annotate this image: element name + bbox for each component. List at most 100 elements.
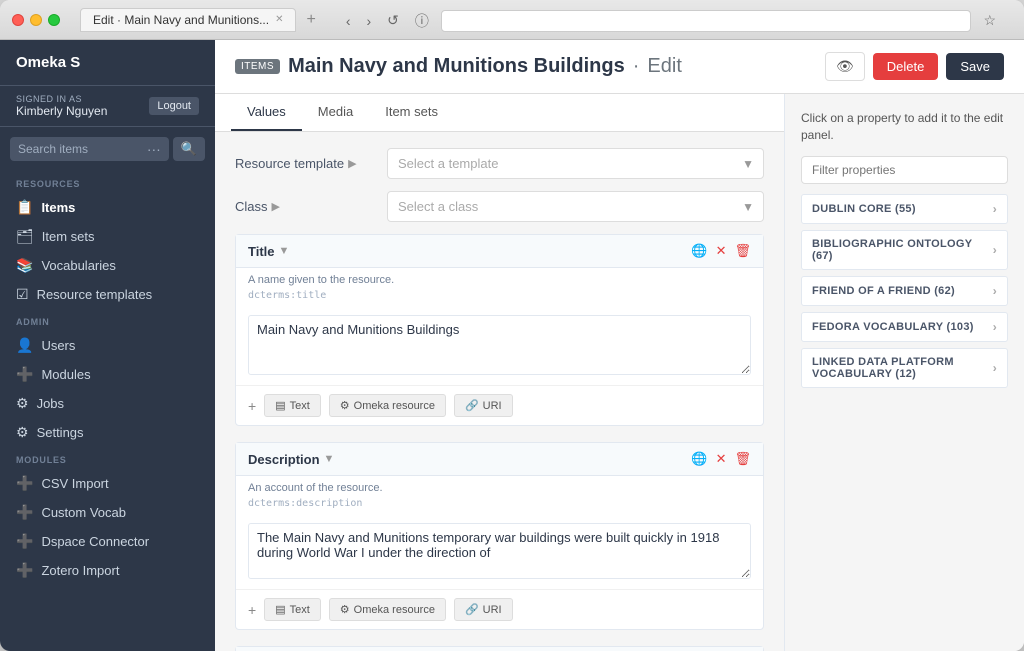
close-button[interactable] xyxy=(12,14,24,26)
sidebar-item-modules[interactable]: ➕ Modules xyxy=(0,360,215,389)
edit-label: Edit xyxy=(647,55,681,78)
nav-bar: ‹ › ↺ ⓘ ☆ xyxy=(330,9,1012,33)
bookmark-button[interactable]: ☆ xyxy=(979,10,1000,31)
title-lang-icon[interactable]: 🌐 xyxy=(691,243,707,259)
sidebar-settings-label: Settings xyxy=(37,425,84,440)
content-header: ITEMS Main Navy and Munitions Buildings … xyxy=(215,40,1024,94)
title-delete-icon[interactable]: 🗑 xyxy=(734,243,751,259)
sidebar-item-jobs[interactable]: ⚙ Jobs xyxy=(0,389,215,418)
filter-properties-input[interactable] xyxy=(801,156,1008,184)
sidebar-item-custom-vocab[interactable]: ➕ Custom Vocab xyxy=(0,498,215,527)
description-add-uri-button[interactable]: 🔗 URI xyxy=(454,598,513,621)
description-add-text-button[interactable]: ▤ Text xyxy=(264,598,321,621)
ontology-expand-icon: › xyxy=(993,202,997,216)
description-remove-icon[interactable]: ✕ xyxy=(716,451,727,467)
title-textarea[interactable] xyxy=(248,315,751,375)
description-add-omeka-button[interactable]: ⚙ Omeka resource xyxy=(329,598,446,621)
title-add-omeka-button[interactable]: ⚙ Omeka resource xyxy=(329,394,446,417)
search-input[interactable] xyxy=(18,142,143,156)
tab-values[interactable]: Values xyxy=(231,94,302,131)
description-text-icon: ▤ xyxy=(275,603,285,616)
app-window: Edit · Main Navy and Munitions... ✕ + ‹ … xyxy=(0,0,1024,651)
zotero-icon: ➕ xyxy=(16,562,33,579)
delete-button[interactable]: Delete xyxy=(873,53,939,80)
sidebar-item-dspace[interactable]: ➕ Dspace Connector xyxy=(0,527,215,556)
description-property-description: An account of the resource. xyxy=(236,476,763,498)
preview-button[interactable]: 👁 xyxy=(825,52,865,81)
new-tab-button[interactable]: + xyxy=(300,11,321,29)
date-property-section: Date ▼ 🌐 ✕ 🗑 A point or period of time a… xyxy=(235,646,764,651)
title-omeka-icon: ⚙ xyxy=(340,399,350,412)
title-remove-icon[interactable]: ✕ xyxy=(716,243,727,259)
ontology-item[interactable]: FEDORA VOCABULARY (103)› xyxy=(801,312,1008,342)
class-select-wrap: Select a class ▼ xyxy=(387,191,764,222)
logout-button[interactable]: Logout xyxy=(149,97,199,115)
users-icon: 👤 xyxy=(16,337,33,354)
title-add-plus-icon[interactable]: + xyxy=(248,398,256,414)
info-button[interactable]: ⓘ xyxy=(411,9,433,33)
content-body: Values Media Item sets Resource template… xyxy=(215,94,1024,651)
tab-item-sets[interactable]: Item sets xyxy=(369,94,454,131)
search-input-wrap: ··· xyxy=(10,137,169,161)
description-add-plus-icon[interactable]: + xyxy=(248,602,256,618)
titlebar: Edit · Main Navy and Munitions... ✕ + ‹ … xyxy=(0,0,1024,40)
maximize-button[interactable] xyxy=(48,14,60,26)
signed-in-section: SIGNED IN AS Kimberly Nguyen Logout xyxy=(0,86,215,127)
header-left: ITEMS Main Navy and Munitions Buildings … xyxy=(235,55,682,78)
title-uri-icon: 🔗 xyxy=(465,399,479,412)
title-dropdown-icon: ▼ xyxy=(279,245,290,257)
tab-media[interactable]: Media xyxy=(302,94,369,131)
resource-template-select[interactable]: Select a template xyxy=(387,148,764,179)
search-button[interactable]: 🔍 xyxy=(173,137,205,161)
refresh-button[interactable]: ↺ xyxy=(383,10,403,31)
address-bar[interactable] xyxy=(441,10,972,32)
title-property-name: Title ▼ xyxy=(248,244,289,259)
description-property-header: Description ▼ 🌐 ✕ 🗑 xyxy=(236,443,763,476)
description-input-area xyxy=(236,517,763,589)
resource-template-select-wrap: Select a template ▼ xyxy=(387,148,764,179)
description-omeka-icon: ⚙ xyxy=(340,603,350,616)
save-button[interactable]: Save xyxy=(946,53,1004,80)
class-select[interactable]: Select a class xyxy=(387,191,764,222)
sidebar-item-users[interactable]: 👤 Users xyxy=(0,331,215,360)
sidebar-custom-vocab-label: Custom Vocab xyxy=(41,505,126,520)
ontology-expand-icon: › xyxy=(993,361,997,375)
ontology-label: FEDORA VOCABULARY (103) xyxy=(812,321,974,333)
sidebar-item-settings[interactable]: ⚙ Settings xyxy=(0,418,215,447)
sidebar-modules-label: Modules xyxy=(41,367,90,382)
sidebar-item-item-sets[interactable]: 🗂 Item sets xyxy=(0,222,215,251)
sidebar-item-resource-templates[interactable]: ☑ Resource templates xyxy=(0,280,215,309)
search-options-icon[interactable]: ··· xyxy=(147,141,161,157)
separator: · xyxy=(633,55,640,78)
ontology-item[interactable]: BIBLIOGRAPHIC ONTOLOGY (67)› xyxy=(801,230,1008,270)
tab-close-icon[interactable]: ✕ xyxy=(275,14,283,25)
minimize-button[interactable] xyxy=(30,14,42,26)
main-content: ITEMS Main Navy and Munitions Buildings … xyxy=(215,40,1024,651)
description-textarea[interactable] xyxy=(248,523,751,579)
description-lang-icon[interactable]: 🌐 xyxy=(691,451,707,467)
sidebar-item-zotero[interactable]: ➕ Zotero Import xyxy=(0,556,215,585)
sidebar-item-csv-import[interactable]: ➕ CSV Import xyxy=(0,469,215,498)
sidebar-csv-label: CSV Import xyxy=(41,476,108,491)
ontology-item[interactable]: FRIEND OF A FRIEND (62)› xyxy=(801,276,1008,306)
back-button[interactable]: ‹ xyxy=(342,11,355,31)
sidebar-item-items[interactable]: 📋 Items xyxy=(0,193,215,222)
sidebar-dspace-label: Dspace Connector xyxy=(41,534,149,549)
header-actions: 👁 Delete Save xyxy=(825,52,1004,81)
title-text-icon: ▤ xyxy=(275,399,285,412)
title-add-text-button[interactable]: ▤ Text xyxy=(264,394,321,417)
title-add-uri-button[interactable]: 🔗 URI xyxy=(454,394,513,417)
description-header-icons: 🌐 ✕ 🗑 xyxy=(691,451,751,467)
title-input-row xyxy=(248,315,751,375)
browser-tab[interactable]: Edit · Main Navy and Munitions... ✕ xyxy=(80,8,296,32)
forward-button[interactable]: › xyxy=(362,11,375,31)
sidebar-items-label: Items xyxy=(41,200,75,215)
custom-vocab-icon: ➕ xyxy=(16,504,33,521)
item-sets-icon: 🗂 xyxy=(16,228,34,245)
ontology-item[interactable]: LINKED DATA PLATFORM VOCABULARY (12)› xyxy=(801,348,1008,388)
title-input-area xyxy=(236,309,763,385)
ontology-item[interactable]: DUBLIN CORE (55)› xyxy=(801,194,1008,224)
sidebar-item-vocabularies[interactable]: 📚 Vocabularies xyxy=(0,251,215,280)
items-badge: ITEMS xyxy=(235,59,280,74)
description-delete-icon[interactable]: 🗑 xyxy=(734,451,751,467)
